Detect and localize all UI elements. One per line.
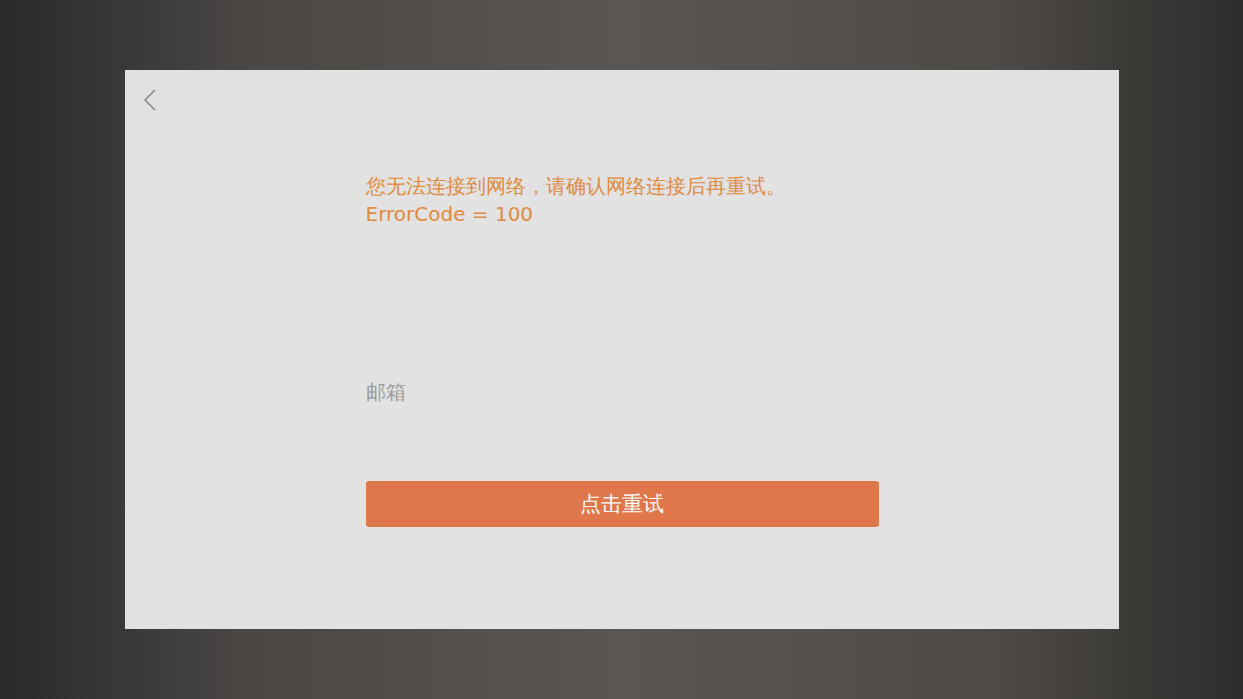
back-chevron-icon (143, 88, 157, 112)
error-message: 您无法连接到网络，请确认网络连接后再重试。ErrorCode = 100 (366, 172, 879, 228)
retry-button[interactable]: 点击重试 (366, 481, 879, 527)
error-text: 您无法连接到网络，请确认网络连接后再重试。 (366, 172, 879, 200)
back-button[interactable] (143, 88, 157, 112)
error-code: ErrorCode = 100 (366, 200, 879, 228)
network-error-dialog: 您无法连接到网络，请确认网络连接后再重试。ErrorCode = 100 点击重试 (125, 70, 1119, 629)
dialog-content: 您无法连接到网络，请确认网络连接后再重试。ErrorCode = 100 点击重试 (366, 70, 879, 527)
game-scene: 您无法连接到网络，请确认网络连接后再重试。ErrorCode = 100 点击重试 (0, 0, 1243, 699)
email-input[interactable] (366, 372, 879, 412)
